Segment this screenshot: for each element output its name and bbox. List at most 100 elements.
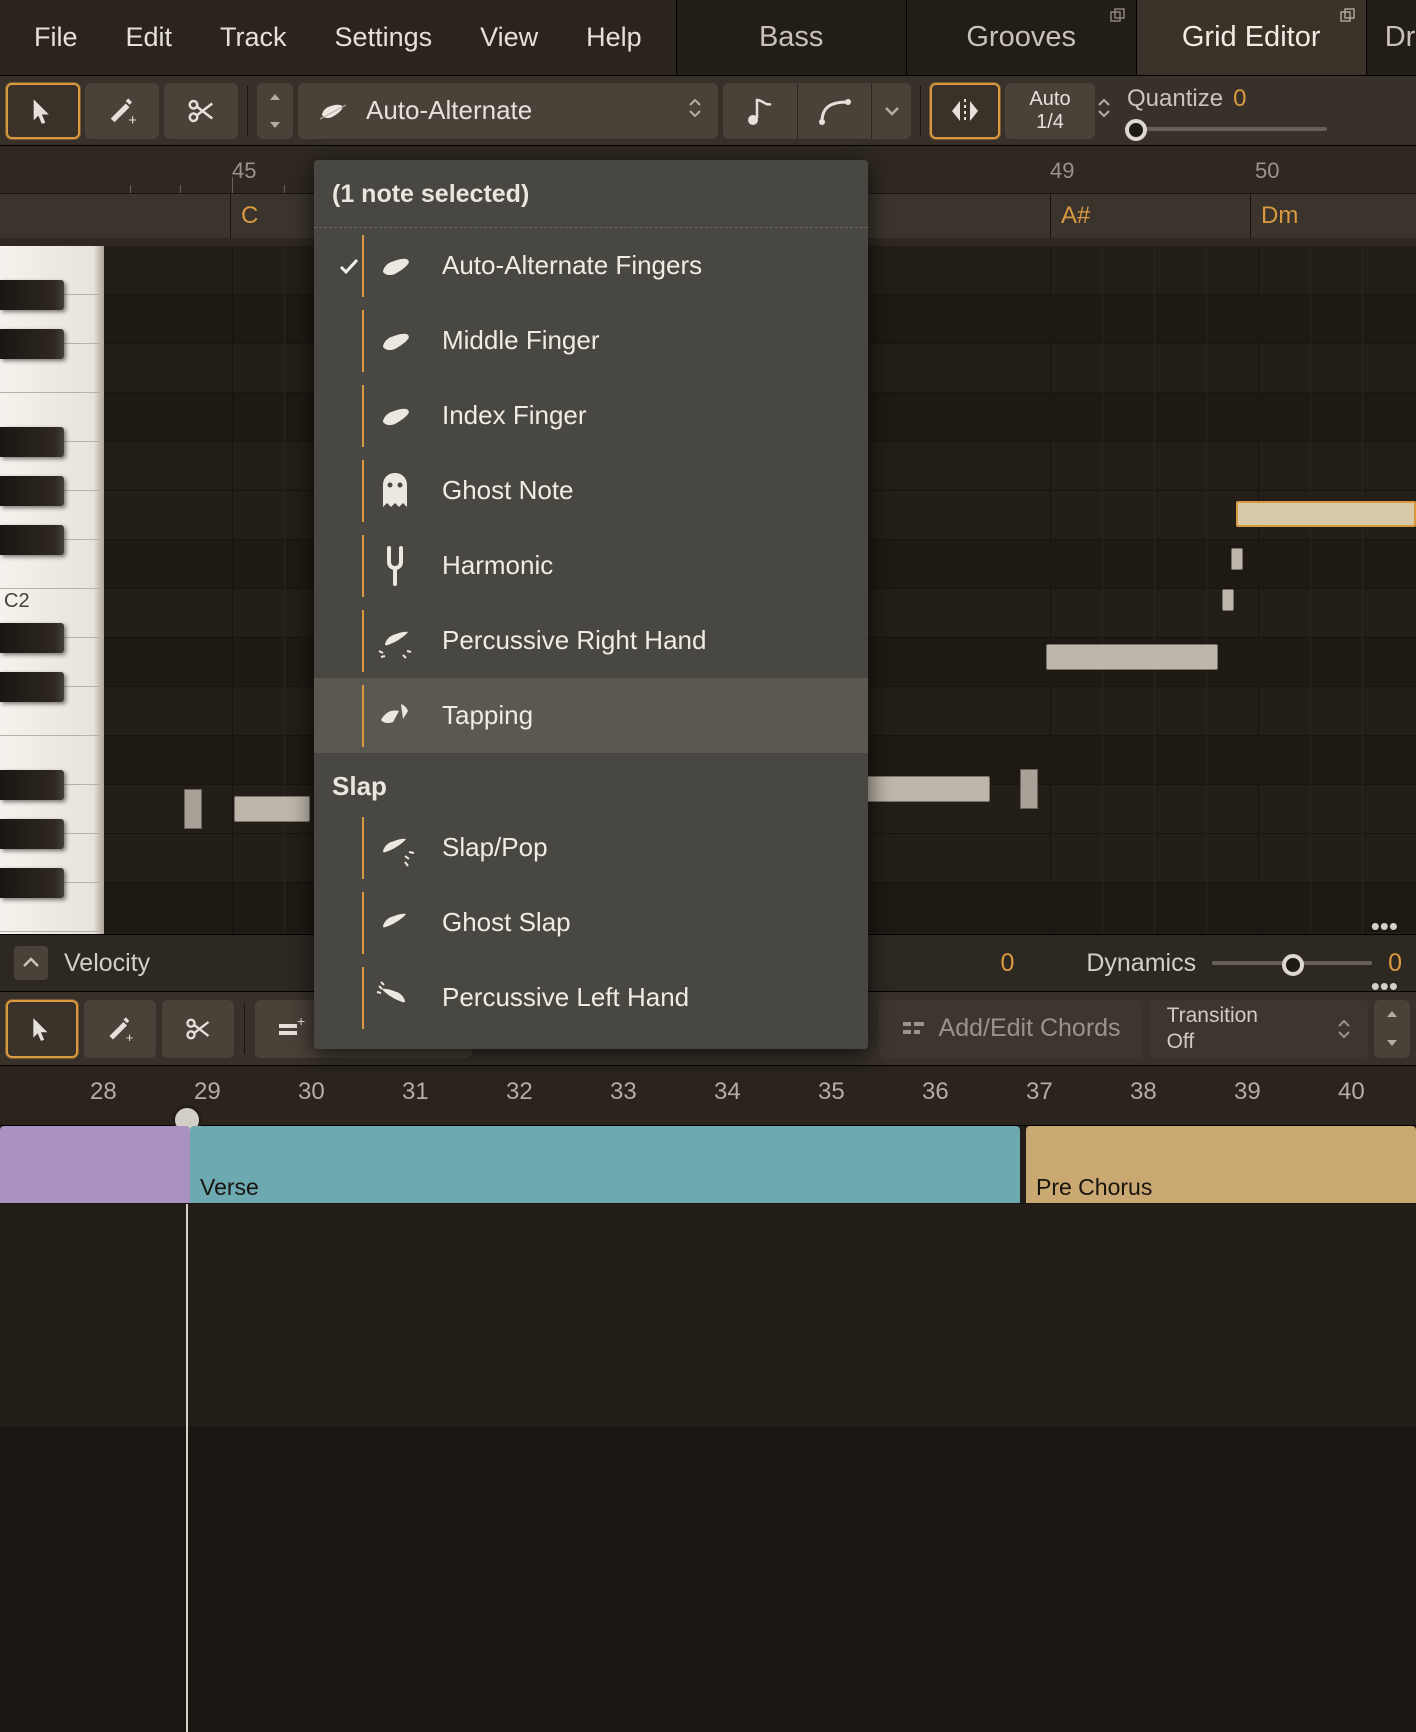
- quantize-label: Quantize: [1127, 85, 1223, 113]
- tab-bass[interactable]: Bass: [676, 0, 906, 75]
- bar-number: 37: [1026, 1078, 1053, 1106]
- bar-number: 33: [610, 1078, 637, 1106]
- tab-grooves[interactable]: Grooves: [906, 0, 1136, 75]
- snap-button[interactable]: [930, 83, 1000, 139]
- quantize-mode[interactable]: Auto 1/4: [1005, 83, 1095, 139]
- clip[interactable]: [0, 1126, 190, 1203]
- velocity-marker[interactable]: [1020, 769, 1038, 809]
- curve-button[interactable]: [797, 83, 871, 139]
- popup-item-label: Ghost Slap: [442, 907, 571, 938]
- popup-item-auto-alternate[interactable]: Auto-Alternate Fingers: [314, 228, 868, 303]
- bar-number: 39: [1234, 1078, 1261, 1106]
- svg-text:+: +: [128, 111, 137, 125]
- bar-number: 45: [232, 158, 256, 184]
- tap-icon: [370, 691, 420, 741]
- svg-text:+: +: [297, 1017, 305, 1029]
- midi-note[interactable]: [1046, 644, 1218, 670]
- dynamics-slider[interactable]: [1212, 954, 1372, 972]
- clip-prechorus[interactable]: Pre Chorus: [1026, 1126, 1416, 1203]
- bar-number: 38: [1130, 1078, 1157, 1106]
- velocity-marker[interactable]: [184, 789, 202, 829]
- tool-stepper[interactable]: [257, 83, 293, 139]
- popup-icon: [1110, 8, 1126, 24]
- menu-settings[interactable]: Settings: [311, 12, 457, 63]
- articulation-popup: (1 note selected) Auto-Alternate Fingers…: [314, 160, 868, 1049]
- check-icon: [332, 254, 366, 278]
- popup-item-index-finger[interactable]: Index Finger: [314, 378, 868, 453]
- popup-item-label: Harmonic: [442, 550, 553, 581]
- expand-button[interactable]: [14, 946, 48, 980]
- tab-drums[interactable]: Drums: [1366, 0, 1416, 75]
- tool-scissors[interactable]: [162, 1000, 234, 1058]
- bar-number: 28: [90, 1078, 117, 1106]
- popup-item-label: Middle Finger: [442, 325, 600, 356]
- tool-pointer[interactable]: [6, 1000, 78, 1058]
- menu-help[interactable]: Help: [562, 12, 666, 63]
- popup-item-harmonic[interactable]: Harmonic: [314, 528, 868, 603]
- midi-note[interactable]: [1231, 548, 1243, 570]
- clip-label: Pre Chorus: [1036, 1174, 1152, 1200]
- more-icon[interactable]: •••: [1371, 911, 1398, 942]
- bar-number: 34: [714, 1078, 741, 1106]
- dynamics-label: Dynamics: [1086, 949, 1196, 978]
- popup-item-percussive-right[interactable]: Percussive Right Hand: [314, 603, 868, 678]
- menu-track[interactable]: Track: [196, 12, 311, 63]
- lane-selector[interactable]: Velocity: [64, 949, 150, 978]
- add-edit-chords-button[interactable]: Add/Edit Chords: [879, 1000, 1143, 1058]
- quantize-slider[interactable]: [1127, 119, 1327, 137]
- clip-verse[interactable]: Verse: [190, 1126, 1020, 1203]
- key-label: C2: [4, 590, 30, 613]
- chord-label: A#: [1061, 202, 1090, 230]
- midi-note[interactable]: [1222, 589, 1234, 611]
- menu-edit[interactable]: Edit: [102, 12, 197, 63]
- bar-number: 35: [818, 1078, 845, 1106]
- popup-item-percussive-left[interactable]: Percussive Left Hand: [314, 960, 868, 1035]
- tool-pencil[interactable]: +: [84, 1000, 156, 1058]
- articulation-dropdown[interactable]: Auto-Alternate: [298, 83, 718, 139]
- chord-cell[interactable]: A#: [1050, 194, 1250, 238]
- quantize-value: 0: [1233, 85, 1246, 113]
- midi-note-selected[interactable]: [1236, 501, 1416, 527]
- value-readout: 0: [1000, 949, 1014, 978]
- chevrons-icon: [688, 97, 702, 124]
- tab-grid-editor[interactable]: Grid Editor: [1136, 0, 1366, 75]
- tab-label: Grooves: [966, 21, 1076, 54]
- curve-dropdown[interactable]: [871, 83, 911, 139]
- groove-stepper[interactable]: [1374, 1000, 1410, 1058]
- bar-number: 49: [1050, 158, 1074, 184]
- tuningfork-icon: [370, 541, 420, 591]
- hand-icon: [370, 241, 420, 291]
- note-flag-button[interactable]: [723, 83, 797, 139]
- step-up[interactable]: [257, 83, 293, 111]
- piano-keyboard[interactable]: C2: [0, 246, 104, 934]
- tool-pencil[interactable]: +: [85, 83, 159, 139]
- midi-note[interactable]: [234, 796, 310, 822]
- popup-item-ghost-slap[interactable]: Ghost Slap: [314, 885, 868, 960]
- tab-label: Grid Editor: [1182, 21, 1321, 54]
- chord-cell[interactable]: Dm: [1250, 194, 1416, 238]
- menu-file[interactable]: File: [10, 12, 102, 63]
- tool-scissors[interactable]: [164, 83, 238, 139]
- hand-icon: [314, 93, 350, 129]
- more-icon[interactable]: •••: [1371, 971, 1398, 1002]
- chord-label: C: [241, 202, 258, 230]
- popup-item-slap-pop[interactable]: Slap/Pop: [314, 810, 868, 885]
- popup-item-ghost-note[interactable]: Ghost Note: [314, 453, 868, 528]
- transition-dropdown[interactable]: Transition Off: [1149, 1000, 1368, 1058]
- popup-item-label: Auto-Alternate Fingers: [442, 250, 702, 281]
- step-down[interactable]: [257, 111, 293, 139]
- popup-section-slap: Slap: [314, 753, 868, 810]
- step-down[interactable]: [1374, 1029, 1410, 1058]
- time-ruler[interactable]: 28 29 30 31 32 33 34 35 36 37 38 39 40: [0, 1066, 1416, 1126]
- arrangement-lane[interactable]: Verse Pre Chorus: [0, 1126, 1416, 1204]
- step-up[interactable]: [1374, 1000, 1410, 1029]
- menu-view[interactable]: View: [456, 12, 562, 63]
- popup-item-tapping[interactable]: Tapping: [314, 678, 868, 753]
- tab-label: Bass: [759, 21, 823, 54]
- popup-item-middle-finger[interactable]: Middle Finger: [314, 303, 868, 378]
- slap-icon: [370, 823, 420, 873]
- timeline[interactable]: 28 29 30 31 32 33 34 35 36 37 38 39 40 V…: [0, 1066, 1416, 1426]
- articulation-label: Auto-Alternate: [366, 95, 532, 126]
- tool-pointer[interactable]: [6, 83, 80, 139]
- svg-text:+: +: [126, 1029, 133, 1042]
